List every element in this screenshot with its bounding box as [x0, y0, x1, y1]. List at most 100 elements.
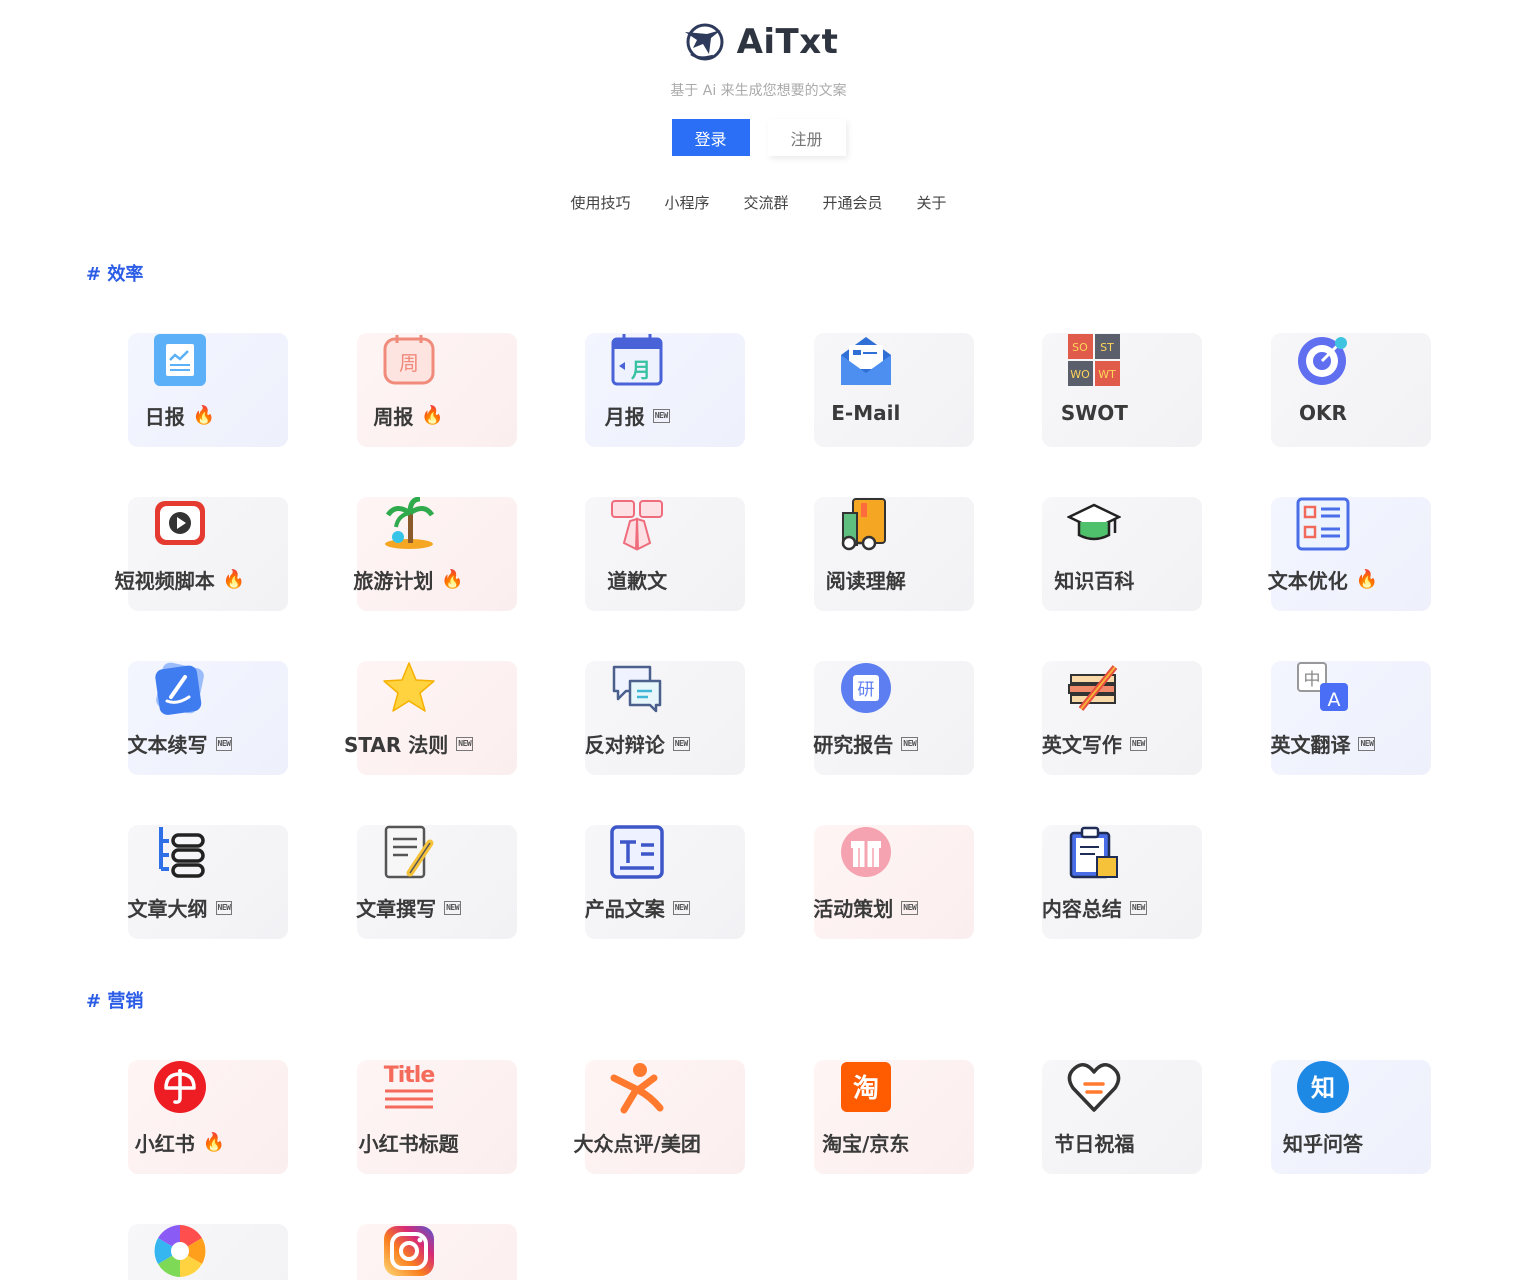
hot-fire-icon: 🔥	[1355, 568, 1379, 590]
auth-buttons: 登录 注册	[0, 119, 1517, 156]
tool-label-row: 小红书 🔥	[135, 1128, 225, 1157]
tool-card-instagram[interactable]	[302, 1224, 517, 1280]
clipboard-icon	[1067, 825, 1121, 879]
tool-label: 日报	[144, 405, 185, 429]
section-title-marketing: # 营销	[86, 991, 144, 1012]
svg-text:SO: SO	[1073, 341, 1089, 354]
tool-card-text-frame[interactable]: 产品文案 NEW	[530, 825, 746, 939]
hot-fire-icon: 🔥	[192, 404, 216, 426]
outline-icon	[153, 825, 207, 879]
new-badge: NEW	[215, 736, 233, 751]
xiaohongshu-icon	[153, 1060, 207, 1114]
tool-card-pray-hands[interactable]: 道歉文	[530, 497, 746, 611]
tool-card-book-glasses[interactable]: 阅读理解	[759, 497, 974, 611]
month-calendar-icon: 月	[610, 333, 664, 387]
tool-label: 文本续写	[127, 733, 208, 757]
tool-label: 英文翻译	[1270, 733, 1351, 757]
nav-about[interactable]: 关于	[917, 192, 947, 213]
tool-label: 节日祝福	[1054, 1132, 1135, 1156]
nav-group[interactable]: 交流群	[743, 192, 788, 213]
tool-label-row: 道歉文	[607, 565, 667, 594]
tool-card-aperture[interactable]	[73, 1224, 288, 1280]
tool-label: SWOT	[1060, 401, 1128, 425]
taobao-icon: 淘	[839, 1060, 893, 1114]
tool-card-research-badge[interactable]: 研研究报告 NEW	[759, 661, 974, 775]
nav-miniprogram[interactable]: 小程序	[664, 192, 709, 213]
new-badge: NEW	[456, 736, 474, 751]
register-button[interactable]: 注册	[767, 119, 846, 156]
instagram-icon	[382, 1224, 436, 1278]
nav-membership[interactable]: 开通会员	[823, 192, 883, 213]
hot-fire-icon: 🔥	[441, 568, 464, 590]
tool-card-doc-pencil[interactable]: 文章撰写 NEW	[302, 825, 517, 939]
brand[interactable]: AiTxt	[0, 18, 1517, 66]
tool-label: 小红书标题	[358, 1132, 459, 1156]
swot-grid-icon: SO ST WO WT	[1067, 333, 1121, 387]
new-badge: NEW	[652, 408, 670, 423]
brand-subtitle: 基于 Ai 来生成您想要的文案	[670, 83, 847, 99]
tool-card-star[interactable]: STAR 法则 NEW	[302, 661, 517, 775]
tool-label: 知乎问答	[1282, 1132, 1363, 1156]
hot-fire-icon: 🔥	[202, 1131, 226, 1153]
zhihu-icon: 知	[1296, 1060, 1350, 1114]
hot-fire-icon: 🔥	[421, 404, 444, 426]
tool-label: 研究报告	[813, 733, 894, 757]
tool-card-chart-doc[interactable]: 日报 🔥	[73, 333, 288, 447]
logo-icon	[684, 23, 724, 61]
tool-label-row: 节日祝福	[1054, 1128, 1134, 1157]
new-badge: NEW	[1358, 736, 1376, 751]
tool-card-envelope[interactable]: E-Mail	[759, 333, 974, 447]
tool-card-title-text[interactable]: Title 小红书标题	[302, 1060, 517, 1174]
tool-card-translate[interactable]: 中 A 英文翻译 NEW	[1216, 661, 1431, 775]
tool-label-row: 活动策划 NEW	[813, 893, 919, 922]
new-badge: NEW	[672, 736, 690, 751]
tool-card-dianping[interactable]: 大众点评/美团	[530, 1060, 746, 1174]
tool-label: 大众点评/美团	[573, 1132, 701, 1156]
tool-card-month-calendar[interactable]: 月月报 NEW	[530, 333, 746, 447]
aperture-icon	[153, 1224, 207, 1278]
tool-card-target[interactable]: OKR	[1216, 333, 1431, 447]
tool-label: 旅游计划	[353, 569, 434, 593]
svg-text:WT: WT	[1099, 368, 1117, 381]
tool-card-swot-grid[interactable]: SO ST WO WT SWOT	[987, 333, 1203, 447]
tool-card-week-calendar[interactable]: 周周报 🔥	[302, 333, 517, 447]
tool-label-row: E-Mail	[831, 401, 900, 425]
pencil-books-icon	[1067, 661, 1121, 715]
tool-card-play[interactable]: 短视频脚本 🔥	[73, 497, 288, 611]
svg-text:研: 研	[857, 680, 874, 700]
tool-card-pencil-books[interactable]: 英文写作 NEW	[987, 661, 1203, 775]
tool-card-chat-bubbles[interactable]: 反对辩论 NEW	[530, 661, 746, 775]
tool-label-row: 短视频脚本 🔥	[115, 565, 245, 594]
svg-text:周: 周	[399, 351, 419, 375]
tool-label-row: SWOT	[1061, 401, 1128, 425]
tool-card-outline[interactable]: 文章大纲 NEW	[73, 825, 288, 939]
login-button[interactable]: 登录	[671, 119, 750, 156]
gift-icon	[839, 825, 893, 879]
tool-label: 内容总结	[1041, 897, 1122, 921]
tool-card-zhihu[interactable]: 知知乎问答	[1216, 1060, 1431, 1174]
tool-label-row: 日报 🔥	[145, 401, 215, 430]
translate-icon: 中A	[1296, 661, 1350, 715]
efficiency-grid: 日报 🔥 周周报 🔥 月月报 NEW E-Mail SO ST WO WT SWOT OKR 短视频脚本 🔥…	[73, 333, 1431, 939]
svg-text:知: 知	[1311, 1074, 1335, 1102]
tool-label: 小红书	[134, 1132, 195, 1156]
tool-label: 活动策划	[813, 897, 894, 921]
tool-card-list-doc[interactable]: 文本优化 🔥	[1216, 497, 1431, 611]
tool-label-row: 反对辩论 NEW	[585, 729, 690, 758]
tool-card-gift[interactable]: 活动策划 NEW	[759, 825, 974, 939]
tool-label: 文章大纲	[127, 897, 208, 921]
svg-text:Title: Title	[383, 1063, 434, 1088]
tool-label: 文本优化	[1267, 569, 1348, 593]
tool-label: 周报	[373, 405, 414, 429]
top-nav: 使用技巧 小程序 交流群 开通会员 关于	[0, 192, 1517, 213]
tool-card-heart[interactable]: 节日祝福	[987, 1060, 1203, 1174]
hot-fire-icon: 🔥	[222, 568, 246, 590]
tool-card-xiaohongshu[interactable]: 小红书 🔥	[73, 1060, 288, 1174]
tool-card-taobao[interactable]: 淘淘宝/京东	[759, 1060, 974, 1174]
tool-card-palm-tree[interactable]: 旅游计划 🔥	[302, 497, 517, 611]
new-badge: NEW	[1129, 900, 1147, 915]
tool-card-pen-card[interactable]: 文本续写 NEW	[73, 661, 288, 775]
tool-card-clipboard[interactable]: 内容总结 NEW	[987, 825, 1203, 939]
tool-card-graduation-cap[interactable]: 知识百科	[987, 497, 1203, 611]
nav-tips[interactable]: 使用技巧	[570, 192, 630, 213]
